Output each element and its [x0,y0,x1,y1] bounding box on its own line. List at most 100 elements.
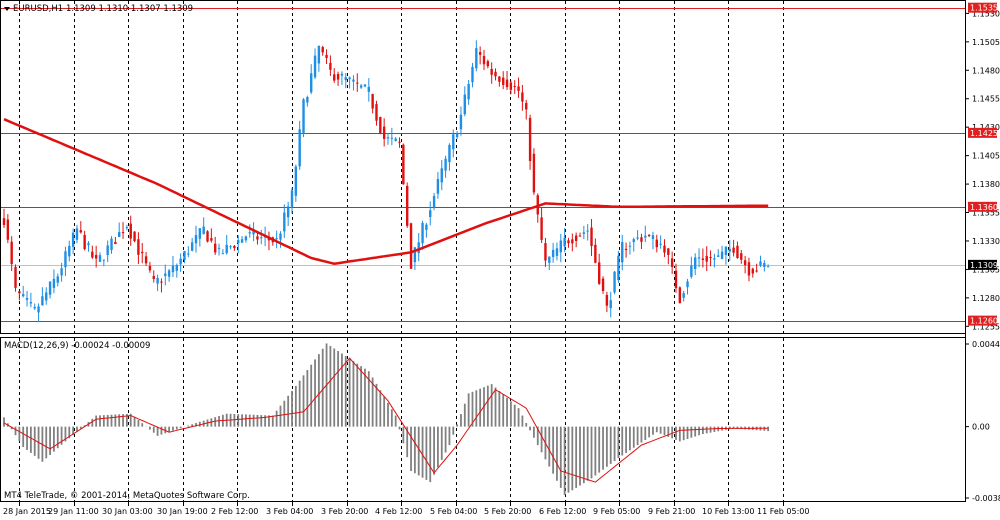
candle-body [48,281,52,295]
candle-body [133,231,136,242]
candle-body [694,257,697,270]
candle-body [229,246,232,248]
candle-body [329,62,332,70]
candle-body [240,239,244,243]
candle-body [202,226,205,235]
candle-body [290,190,294,207]
candle-body [463,94,466,115]
time-label: 29 Jan 11:00 [48,507,99,516]
macd-tick-label: -0.00386 [972,494,1000,503]
candle-body [167,270,171,277]
candle-body [686,281,689,288]
trading-chart[interactable]: 1.15301.15051.14801.14551.14301.14051.13… [0,0,1000,520]
candle-body [110,238,113,250]
candle-body [743,260,747,266]
candle-body [79,230,82,233]
candle-body [286,206,290,218]
candle-body [444,158,447,171]
time-label: 3 Feb 04:00 [266,507,313,516]
candle-body [94,254,98,259]
price-tick-label: 1.1455 [972,95,1000,104]
candle-body [225,244,228,254]
candle-body [421,222,424,244]
candle-body [705,256,708,262]
candle-body [571,239,574,244]
candle-body [390,137,394,139]
candle-body [206,231,209,242]
candle-body [559,240,562,253]
candle-body [590,227,593,247]
candle-body [517,86,520,91]
candle-body [578,235,582,237]
candle-body [64,251,67,268]
candle-body [697,257,701,259]
candle-body [164,273,167,277]
candle-body [455,133,459,138]
time-label: 2 Feb 12:00 [211,507,258,516]
candle-body [363,84,367,87]
time-label: 10 Feb 13:00 [702,507,754,516]
candle-body [194,235,198,244]
candle-body [640,237,643,242]
candle-body [114,242,117,245]
candle-body [175,265,178,271]
candle-body [544,243,547,261]
candle-body [56,276,59,283]
candle-body [555,248,559,256]
price-tick-label: 1.1405 [972,152,1000,161]
candle-body [505,79,509,88]
macd-tick-label: 0.00447 [972,340,1000,349]
candle-body [344,77,347,81]
time-label: 9 Feb 05:00 [593,507,640,516]
candle-body [613,271,616,293]
candle-body [313,55,317,78]
candle-body [728,248,731,252]
candle-body [667,248,670,255]
candle-body [45,292,48,301]
candle-body [574,235,578,241]
ohlc-label: 1.1309 1.1310 1.1307 1.1309 [66,4,193,14]
candle-body [548,256,551,263]
candle-body [628,245,632,247]
time-axis: 28 Jan 201529 Jan 11:00 30 Jan 03:00 30 Ja… [3,502,809,516]
candle-body [187,253,190,255]
candle-body [509,82,513,90]
symbol-header[interactable]: EURUSD,H1 1.1309 1.1310 1.1307 1.1309 [4,4,193,14]
macd-axis: 0.00447 0.00 -0.00386 [965,340,1000,503]
candle-body [567,240,570,244]
candle-body [125,227,129,229]
candle-body [647,235,651,237]
candle-body [91,251,94,258]
candle-body [586,230,589,232]
candle-body [237,240,240,243]
candle-body [663,245,666,253]
candle-body [402,144,405,185]
candle-body [33,306,36,309]
macd-pane-frame [0,337,966,502]
candle-body [379,117,382,134]
candle-body [71,232,75,247]
candle-body [244,236,248,241]
candle-body [701,258,705,260]
candle-body [137,239,140,255]
candle-body [651,235,655,239]
candle-body [766,266,770,268]
candle-body [41,296,44,306]
candle-body [156,278,159,284]
price-tags: 1.1535 1.1425 1.1360 1.1309 1.1260 [968,2,998,326]
candle-body [152,276,155,279]
candle-body [141,251,144,254]
candle-body [233,245,236,249]
price-tick-label: 1.1380 [972,180,1000,189]
candle-body [594,244,597,263]
candle-body [121,232,125,234]
candle-body [682,293,685,298]
candle-body [68,245,71,257]
candle-body [325,54,328,58]
candle-body [367,87,370,92]
candle-body [690,265,693,277]
candle-body [448,144,451,163]
time-label: 5 Feb 04:00 [430,507,477,516]
time-label: 4 Feb 12:00 [375,507,422,516]
candle-body [540,217,543,240]
